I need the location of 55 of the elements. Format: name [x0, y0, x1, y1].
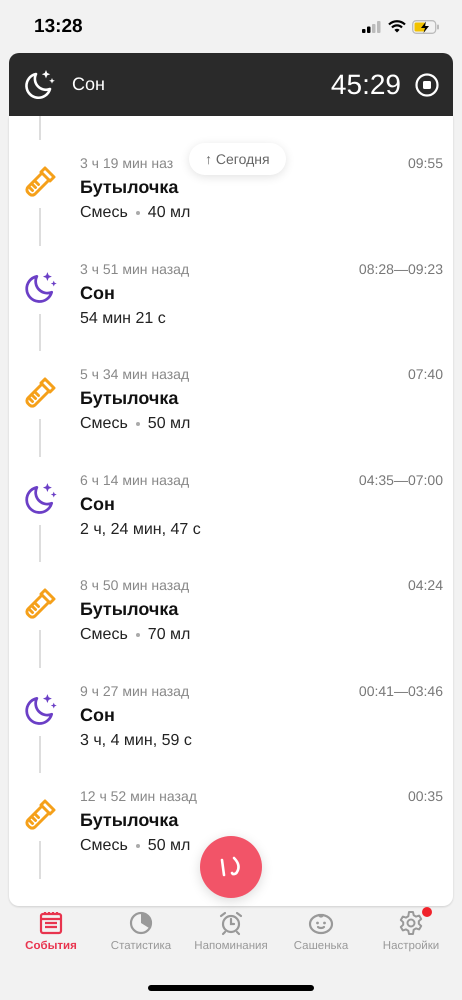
moon-stars-icon	[22, 68, 56, 102]
event-detail: Смесь	[80, 204, 128, 222]
event-time: 04:24	[408, 577, 443, 593]
event-time: 04:35—07:00	[358, 472, 443, 488]
settings-icon	[398, 910, 424, 936]
event-time: 09:55	[408, 155, 443, 171]
scroll-to-today-button[interactable]: ↑ Сегодня	[189, 143, 286, 175]
event-time: 00:41—03:46	[358, 682, 443, 698]
event-title: Сон	[80, 704, 115, 726]
event-detail: 54 мин 21 с	[80, 310, 166, 328]
event-detail: 3 ч, 4 мин, 59 с	[80, 732, 192, 750]
tab-bar-item[interactable]: Напоминания	[186, 910, 276, 952]
event-title: Бутылочка	[80, 599, 178, 620]
event-detail: 70 мл	[148, 626, 190, 644]
event-time-ago: 12 ч 52 мин назад	[80, 788, 197, 804]
alarm-clock-icon	[218, 910, 244, 936]
event-time: 00:35	[408, 788, 443, 804]
wifi-icon	[388, 20, 406, 33]
event-detail: Смесь	[80, 415, 128, 433]
event-time-ago: 3 ч 51 мин назад	[80, 260, 190, 276]
tab-bar-item[interactable]: Статистика	[96, 910, 186, 952]
calendar-icon	[38, 910, 64, 936]
event-title: Бутылочка	[80, 388, 178, 409]
event-time-ago: 6 ч 14 мин назад	[80, 472, 190, 488]
event-detail: 50 мл	[148, 837, 190, 855]
event-time-ago: 8 ч 50 мин назад	[80, 577, 190, 593]
event-time: 08:28—09:23	[358, 260, 443, 276]
separator-dot	[136, 211, 140, 215]
separator-dot	[136, 844, 140, 848]
stop-icon[interactable]	[415, 72, 439, 96]
separator-dot	[136, 422, 140, 426]
event-time-ago: 3 ч 19 мин наз	[80, 155, 174, 171]
event-detail: 50 мл	[148, 415, 190, 433]
event-detail: 40 мл	[148, 204, 190, 222]
timer-elapsed: 45:29	[330, 68, 401, 100]
event-title: Сон	[80, 282, 115, 304]
event-detail: 2 ч, 24 мин, 47 с	[80, 520, 201, 538]
timer-label: Сон	[72, 74, 106, 95]
event-time-ago: 9 ч 27 мин назад	[80, 682, 190, 698]
event-detail: Смесь	[80, 837, 128, 855]
battery-charging-icon	[412, 20, 440, 34]
active-timer-bar[interactable]: Сон 45:29	[9, 53, 453, 116]
event-time: 07:40	[408, 366, 443, 382]
event-title: Сон	[80, 494, 115, 514]
status-time: 13:28	[34, 16, 83, 38]
tab-bar-item[interactable]: Настройки	[366, 910, 456, 952]
event-time-ago: 5 ч 34 мин назад	[80, 366, 190, 382]
event-title: Бутылочка	[80, 177, 178, 198]
tab-bar-item[interactable]: События	[6, 910, 96, 952]
separator-dot	[136, 633, 140, 637]
event-detail: Смесь	[80, 626, 128, 644]
signal-icon	[362, 20, 382, 32]
tab-bar-item[interactable]: Сашенька	[276, 910, 366, 952]
pie-chart-icon	[128, 910, 154, 936]
event-title: Бутылочка	[80, 810, 178, 831]
